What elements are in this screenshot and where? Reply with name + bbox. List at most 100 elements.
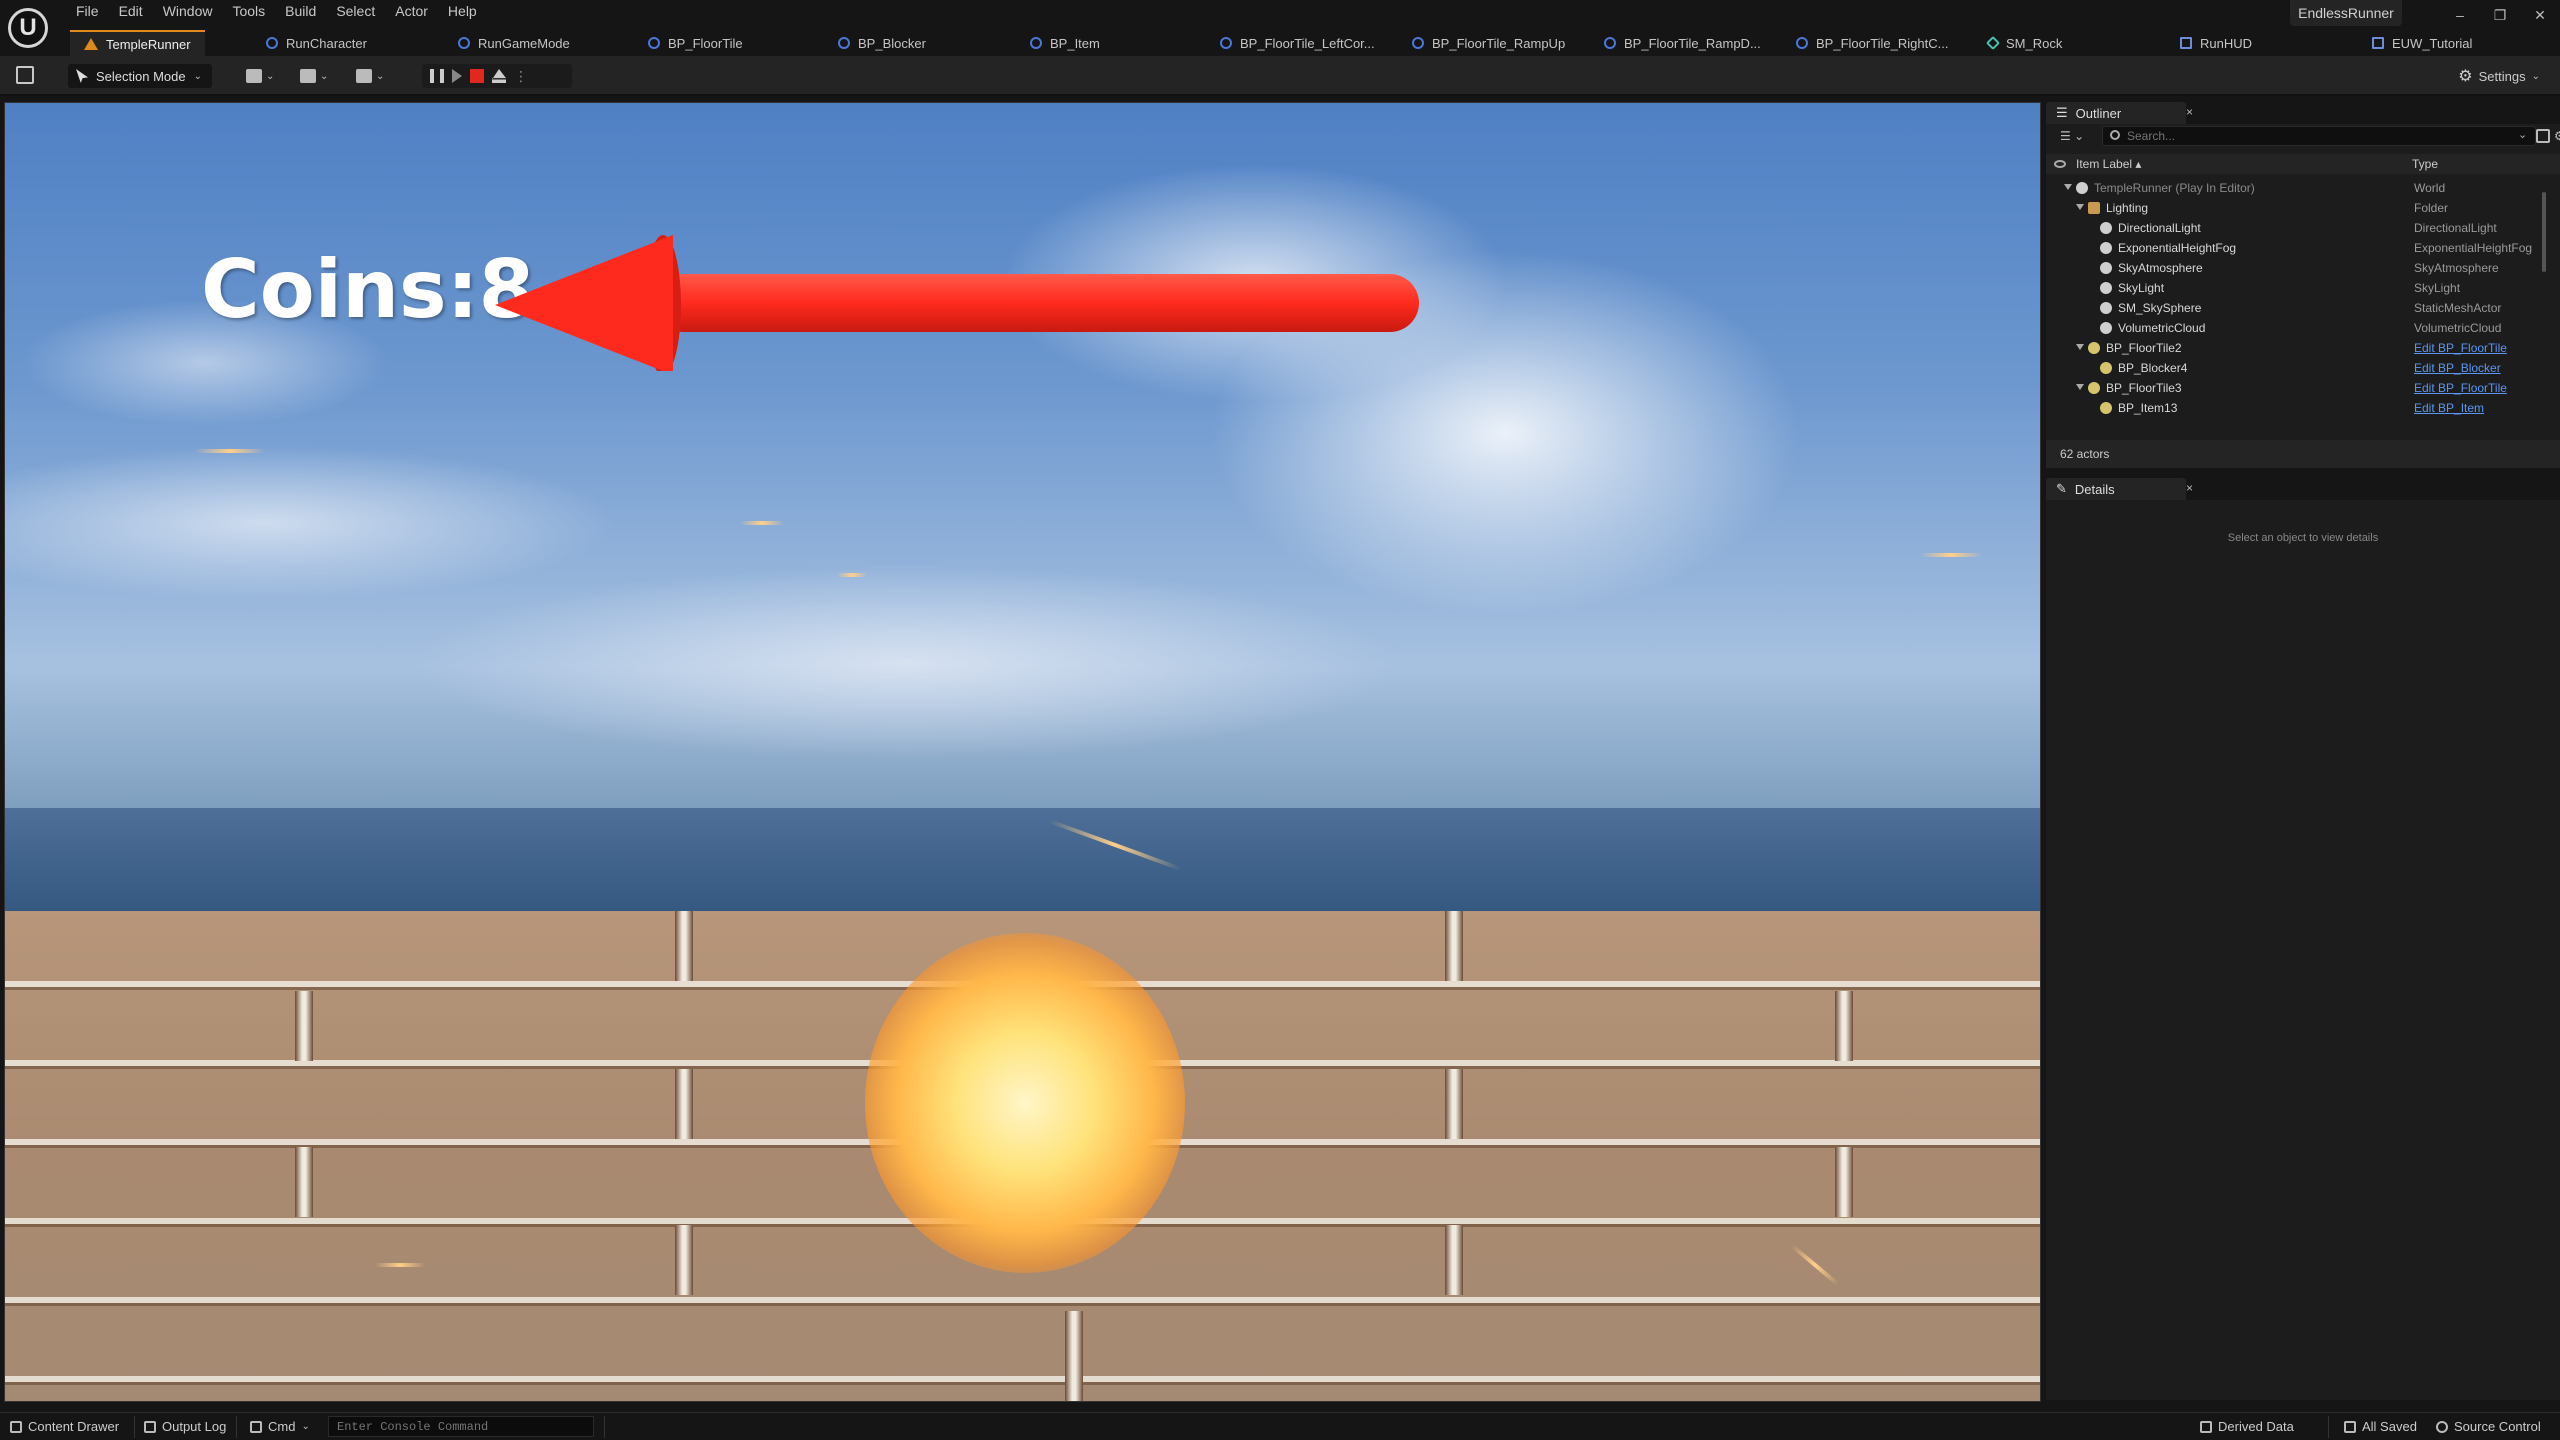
cinematics-button[interactable]: ⌄ xyxy=(356,66,384,86)
level-viewport[interactable]: Coins:8 xyxy=(4,102,2041,1402)
outliner-row[interactable]: BP_Blocker4 Edit BP_Blocker xyxy=(2046,358,2560,378)
eye-icon[interactable] xyxy=(2054,160,2066,168)
step-frame-icon[interactable] xyxy=(452,69,462,83)
edit-blueprint-link[interactable]: Edit BP_FloorTile xyxy=(2414,341,2507,355)
outliner-row[interactable]: SkyAtmosphere SkyAtmosphere xyxy=(2046,258,2560,278)
outliner-row[interactable]: Lighting Folder xyxy=(2046,198,2560,218)
new-folder-icon[interactable] xyxy=(2536,129,2550,143)
minimize-button[interactable]: – xyxy=(2440,0,2480,30)
menu-item[interactable]: Actor xyxy=(385,0,438,22)
save-status-icon xyxy=(2344,1420,2356,1433)
document-tab[interactable]: RunGameMode xyxy=(458,30,570,56)
document-tab-label: SM_Rock xyxy=(2006,35,2063,51)
filter-icon[interactable]: ☰ ⌄ xyxy=(2060,129,2084,143)
static-mesh-icon xyxy=(1985,35,2001,51)
spark-particle xyxy=(375,1263,425,1267)
menu-item[interactable]: Select xyxy=(326,0,385,22)
menu-item[interactable]: Edit xyxy=(109,0,153,22)
document-tab[interactable]: RunHUD xyxy=(2180,30,2252,56)
actor-count: 62 actors xyxy=(2046,440,2560,468)
stop-icon[interactable] xyxy=(470,69,484,83)
close-window-button[interactable]: ✕ xyxy=(2520,0,2560,30)
close-details-button[interactable]: × xyxy=(2186,481,2193,495)
blueprint-menu-button[interactable]: ⌄ xyxy=(300,66,328,86)
output-log-button[interactable]: Output Log xyxy=(144,1419,226,1434)
details-empty-message: Select an object to view details xyxy=(2227,532,2379,544)
content-drawer-icon xyxy=(10,1420,22,1433)
chevron-down-icon[interactable]: ⌄ xyxy=(2518,128,2527,141)
cmd-dropdown[interactable]: Cmd ⌄ xyxy=(250,1419,310,1434)
outliner-row[interactable]: BP_FloorTile3 Edit BP_FloorTile xyxy=(2046,378,2560,398)
content-drawer-button[interactable]: Content Drawer xyxy=(10,1419,119,1434)
document-tab[interactable]: BP_FloorTile_LeftCor... xyxy=(1220,30,1375,56)
document-tab[interactable]: EUW_Tutorial xyxy=(2372,30,2472,56)
document-tab[interactable]: TempleRunner xyxy=(70,30,205,56)
document-tab[interactable]: SM_Rock xyxy=(1985,30,2063,56)
console-icon xyxy=(250,1420,262,1433)
atmosphere-icon xyxy=(2100,262,2112,274)
expand-arrow-icon[interactable] xyxy=(2076,204,2084,210)
column-item-label[interactable]: Item Label ▴ xyxy=(2076,157,2141,171)
outliner-row[interactable]: DirectionalLight DirectionalLight xyxy=(2046,218,2560,238)
outliner-item-label: SkyLight xyxy=(2118,281,2165,295)
details-tab[interactable]: ✎ Details xyxy=(2046,478,2186,500)
menu-item[interactable]: File xyxy=(66,0,109,22)
search-icon xyxy=(2110,130,2120,140)
console-command-input[interactable] xyxy=(328,1416,594,1437)
column-type[interactable]: Type xyxy=(2412,157,2438,171)
document-tab[interactable]: RunCharacter xyxy=(266,30,367,56)
outliner-search-input[interactable] xyxy=(2102,126,2536,146)
document-tab[interactable]: BP_FloorTile xyxy=(648,30,743,56)
outliner-row[interactable]: TempleRunner (Play In Editor) World xyxy=(2046,178,2560,198)
close-outliner-button[interactable]: × xyxy=(2186,105,2193,119)
settings-button[interactable]: ⚙ Settings ⌄ xyxy=(2458,66,2540,86)
document-tab[interactable]: BP_Item xyxy=(1030,30,1100,56)
document-tab[interactable]: BP_Blocker xyxy=(838,30,926,56)
output-log-label: Output Log xyxy=(162,1419,227,1434)
add-actor-icon xyxy=(246,69,262,83)
eject-icon[interactable] xyxy=(492,69,506,83)
all-saved-button[interactable]: All Saved xyxy=(2344,1419,2417,1434)
outliner-item-label: SM_SkySphere xyxy=(2118,301,2202,315)
derived-data-button[interactable]: Derived Data xyxy=(2200,1419,2294,1434)
details-tab-label: Details xyxy=(2074,481,2115,497)
outliner-scrollbar[interactable] xyxy=(2542,192,2546,272)
gear-icon[interactable]: ⚙ xyxy=(2554,129,2560,143)
outliner-tab[interactable]: ☰ Outliner xyxy=(2046,102,2186,124)
outliner-row[interactable]: BP_Item13 Edit BP_Item xyxy=(2046,398,2560,416)
edit-blueprint-link[interactable]: Edit BP_Blocker xyxy=(2414,361,2501,375)
edit-blueprint-link[interactable]: Edit BP_FloorTile xyxy=(2414,381,2507,395)
selection-mode-dropdown[interactable]: Selection Mode ⌄ xyxy=(68,64,212,88)
add-actor-button[interactable]: ⌄ xyxy=(246,66,274,86)
expand-arrow-icon[interactable] xyxy=(2076,384,2084,390)
edit-blueprint-link[interactable]: Edit BP_Item xyxy=(2414,401,2484,415)
expand-arrow-icon[interactable] xyxy=(2076,344,2084,350)
expand-arrow-icon[interactable] xyxy=(2064,184,2072,190)
outliner-row[interactable]: SkyLight SkyLight xyxy=(2046,278,2560,298)
blueprint-icon xyxy=(1030,37,1042,49)
outliner-row[interactable]: SM_SkySphere StaticMeshActor xyxy=(2046,298,2560,318)
settings-label: Settings xyxy=(2478,68,2526,84)
menu-item[interactable]: Help xyxy=(438,0,487,22)
document-tab[interactable]: BP_FloorTile_RampUp xyxy=(1412,30,1565,56)
outliner-item-label: BP_FloorTile3 xyxy=(2106,381,2182,395)
outliner-item-type: SkyLight xyxy=(2414,281,2461,295)
more-options-icon[interactable]: ⋮ xyxy=(514,68,528,85)
outliner-row[interactable]: VolumetricCloud VolumetricCloud xyxy=(2046,318,2560,338)
save-icon[interactable] xyxy=(16,66,34,84)
document-tab[interactable]: BP_FloorTile_RightC... xyxy=(1796,30,1948,56)
unreal-logo-icon[interactable]: U xyxy=(8,8,48,48)
arrow-shaft xyxy=(655,274,1419,332)
menu-item[interactable]: Window xyxy=(153,0,223,22)
document-tab[interactable]: BP_FloorTile_RampD... xyxy=(1604,30,1761,56)
pause-icon[interactable] xyxy=(430,69,444,83)
ocean-horizon xyxy=(5,808,2040,918)
source-control-button[interactable]: Source Control xyxy=(2436,1419,2541,1434)
outliner-row[interactable]: ExponentialHeightFog ExponentialHeightFog xyxy=(2046,238,2560,258)
outliner-row[interactable]: BP_FloorTile2 Edit BP_FloorTile xyxy=(2046,338,2560,358)
menu-item[interactable]: Build xyxy=(275,0,326,22)
arrow-head xyxy=(495,235,673,371)
menu-item[interactable]: Tools xyxy=(222,0,275,22)
plank-seam xyxy=(1835,1147,1853,1217)
restore-button[interactable]: ❐ xyxy=(2480,0,2520,30)
